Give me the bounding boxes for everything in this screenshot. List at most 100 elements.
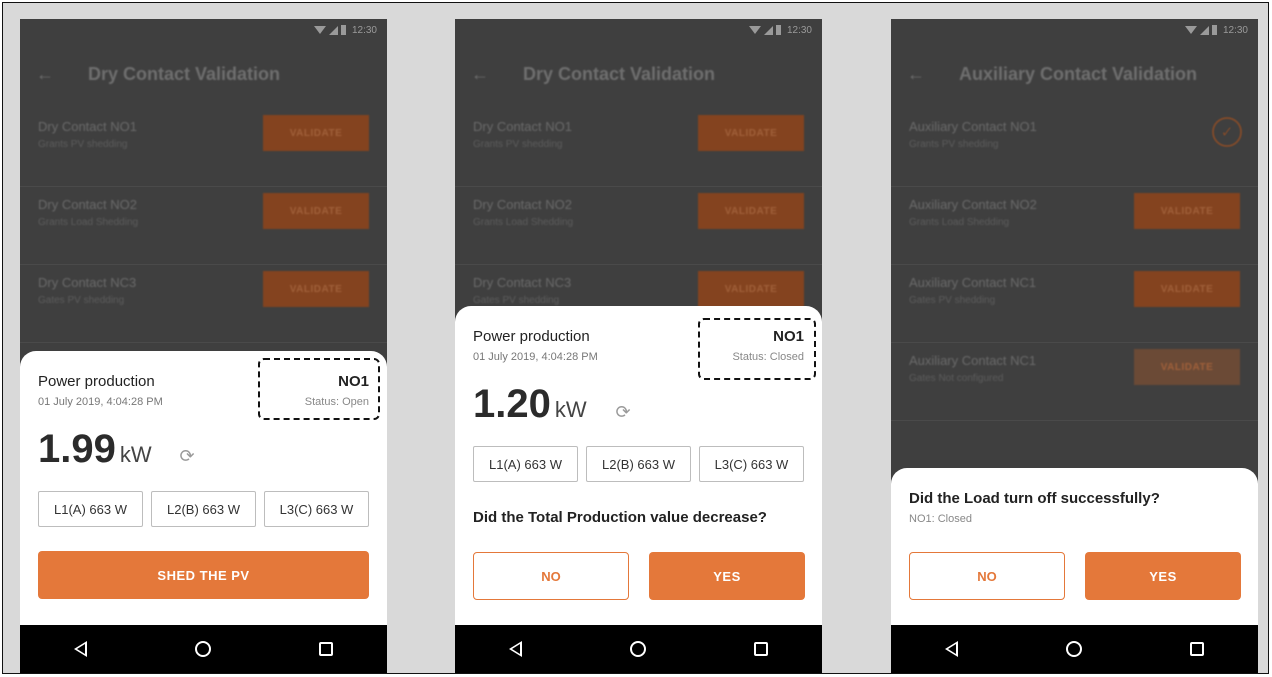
phase-l2: L2(B) 663 W bbox=[151, 491, 256, 527]
contact-status: Status: Closed bbox=[732, 351, 804, 363]
yes-button[interactable]: YES bbox=[649, 552, 805, 600]
sheet-title: Power production bbox=[473, 328, 590, 345]
refresh-icon[interactable]: ⟳ bbox=[613, 402, 633, 422]
validate-button[interactable]: VALIDATE bbox=[263, 115, 369, 151]
list-item-subtitle: Grants PV shedding bbox=[38, 139, 128, 150]
validate-button[interactable]: VALIDATE bbox=[698, 115, 804, 151]
page-title: Dry Contact Validation bbox=[523, 63, 716, 84]
list-item: Auxiliary Contact NO1 Grants PV shedding… bbox=[891, 109, 1258, 187]
screenshot-frame: 12:30 ← Dry Contact Validation Dry Conta… bbox=[2, 2, 1269, 674]
back-arrow-icon[interactable]: ← bbox=[471, 64, 489, 85]
power-value: 1.20 bbox=[473, 382, 551, 426]
sheet-date: 01 July 2019, 4:04:28 PM bbox=[473, 351, 598, 363]
list-item-title: Auxiliary Contact NO2 bbox=[909, 197, 1037, 212]
battery-icon bbox=[340, 25, 346, 35]
list-item: Dry Contact NO2 Grants Load Shedding VAL… bbox=[20, 187, 387, 265]
list-item-subtitle: Gates PV shedding bbox=[38, 295, 125, 306]
phone-screen-1: 12:30 ← Dry Contact Validation Dry Conta… bbox=[20, 19, 387, 673]
phone-screen-3: 12:30 ← Auxiliary Contact Validation Aux… bbox=[891, 19, 1258, 673]
nav-back-icon[interactable] bbox=[945, 641, 958, 657]
app-bar: ← Dry Contact Validation bbox=[455, 59, 822, 89]
yes-button[interactable]: YES bbox=[1085, 552, 1241, 600]
list-item-subtitle: Grants PV shedding bbox=[473, 139, 563, 150]
status-time: 12:30 bbox=[351, 24, 377, 36]
no-button[interactable]: NO bbox=[473, 552, 629, 600]
list-item-title: Dry Contact NO1 bbox=[473, 119, 572, 134]
nav-back-icon[interactable] bbox=[74, 641, 87, 657]
nav-home-icon[interactable] bbox=[630, 641, 646, 657]
question-text: Did the Load turn off successfully? bbox=[909, 490, 1160, 507]
list-item-title: Dry Contact NO2 bbox=[38, 197, 137, 212]
phase-l3: L3(C) 663 W bbox=[699, 446, 804, 482]
validate-button[interactable]: VALIDATE bbox=[698, 193, 804, 229]
contact-status: Status: Open bbox=[304, 396, 369, 408]
list-item-subtitle: Grants PV shedding bbox=[909, 139, 999, 150]
power-readout: 1.99 kW bbox=[38, 427, 152, 472]
refresh-icon[interactable]: ⟳ bbox=[177, 446, 197, 466]
list-item-title: Auxiliary Contact NO1 bbox=[909, 119, 1037, 134]
wifi-icon bbox=[313, 26, 326, 34]
nav-home-icon[interactable] bbox=[1066, 641, 1082, 657]
nav-back-icon[interactable] bbox=[509, 641, 522, 657]
nav-recent-icon[interactable] bbox=[754, 642, 768, 656]
validate-button[interactable]: VALIDATE bbox=[1134, 349, 1240, 385]
phase-l2: L2(B) 663 W bbox=[586, 446, 691, 482]
page-title: Auxiliary Contact Validation bbox=[959, 63, 1198, 84]
status-time: 12:30 bbox=[786, 24, 812, 36]
system-nav-bar bbox=[455, 625, 822, 673]
sheet-date: 01 July 2019, 4:04:28 PM bbox=[38, 396, 163, 408]
list-item: Dry Contact NC3 Gates PV shedding VALIDA… bbox=[20, 265, 387, 343]
list-item: Auxiliary Contact NC1 Gates PV shedding … bbox=[891, 265, 1258, 343]
battery-icon bbox=[775, 25, 781, 35]
wifi-icon bbox=[748, 26, 761, 34]
signal-icon bbox=[328, 25, 338, 35]
nav-recent-icon[interactable] bbox=[1190, 642, 1204, 656]
bottom-sheet: Did the Load turn off successfully? NO1:… bbox=[891, 468, 1258, 625]
page-title: Dry Contact Validation bbox=[88, 63, 281, 84]
app-bar: ← Auxiliary Contact Validation bbox=[891, 59, 1258, 89]
list-item: Dry Contact NO1 Grants PV shedding VALID… bbox=[455, 109, 822, 187]
bottom-sheet: Power production 01 July 2019, 4:04:28 P… bbox=[20, 351, 387, 625]
list-item-subtitle: Gates PV shedding bbox=[909, 295, 996, 306]
power-value: 1.99 bbox=[38, 427, 116, 471]
list-item-title: Dry Contact NO1 bbox=[38, 119, 137, 134]
system-nav-bar bbox=[891, 625, 1258, 673]
wifi-icon bbox=[1184, 26, 1197, 34]
list-item-title: Auxiliary Contact NC1 bbox=[909, 353, 1037, 368]
validate-button[interactable]: VALIDATE bbox=[1134, 193, 1240, 229]
list-item-subtitle: Grants Load Shedding bbox=[38, 217, 139, 228]
validate-button[interactable]: VALIDATE bbox=[263, 193, 369, 229]
phase-l3: L3(C) 663 W bbox=[264, 491, 369, 527]
nav-home-icon[interactable] bbox=[195, 641, 211, 657]
list-item-title: Dry Contact NC3 bbox=[473, 275, 572, 290]
phase-l1: L1(A) 663 W bbox=[38, 491, 143, 527]
list-item-subtitle: Grants Load Shedding bbox=[909, 217, 1010, 228]
list-item-title: Dry Contact NO2 bbox=[473, 197, 572, 212]
list-item: Auxiliary Contact NO2 Grants Load Sheddi… bbox=[891, 187, 1258, 265]
validate-button[interactable]: VALIDATE bbox=[1134, 271, 1240, 307]
power-unit: kW bbox=[119, 442, 152, 467]
list-item-title: Auxiliary Contact NC1 bbox=[909, 275, 1037, 290]
power-readout: 1.20 kW bbox=[473, 382, 587, 427]
check-circle-icon: ✓ bbox=[1212, 117, 1242, 147]
no-button[interactable]: NO bbox=[909, 552, 1065, 600]
validate-button[interactable]: VALIDATE bbox=[698, 271, 804, 307]
list-item: Dry Contact NO1 Grants PV shedding VALID… bbox=[20, 109, 387, 187]
nav-recent-icon[interactable] bbox=[319, 642, 333, 656]
bottom-sheet: Power production 01 July 2019, 4:04:28 P… bbox=[455, 306, 822, 625]
validate-button[interactable]: VALIDATE bbox=[263, 271, 369, 307]
signal-icon bbox=[763, 25, 773, 35]
contact-id: NO1 bbox=[338, 373, 369, 390]
list-item: Dry Contact NO2 Grants Load Shedding VAL… bbox=[455, 187, 822, 265]
back-arrow-icon[interactable]: ← bbox=[907, 64, 925, 85]
power-unit: kW bbox=[554, 397, 587, 422]
shed-pv-button[interactable]: SHED THE PV bbox=[38, 551, 369, 599]
contact-id: NO1 bbox=[773, 328, 804, 345]
status-bar: 12:30 bbox=[891, 19, 1258, 41]
sheet-title: Power production bbox=[38, 373, 155, 390]
question-text: Did the Total Production value decrease? bbox=[473, 509, 767, 526]
question-subtitle: NO1: Closed bbox=[909, 513, 972, 525]
back-arrow-icon[interactable]: ← bbox=[36, 64, 54, 85]
system-nav-bar bbox=[20, 625, 387, 673]
status-bar: 12:30 bbox=[20, 19, 387, 41]
